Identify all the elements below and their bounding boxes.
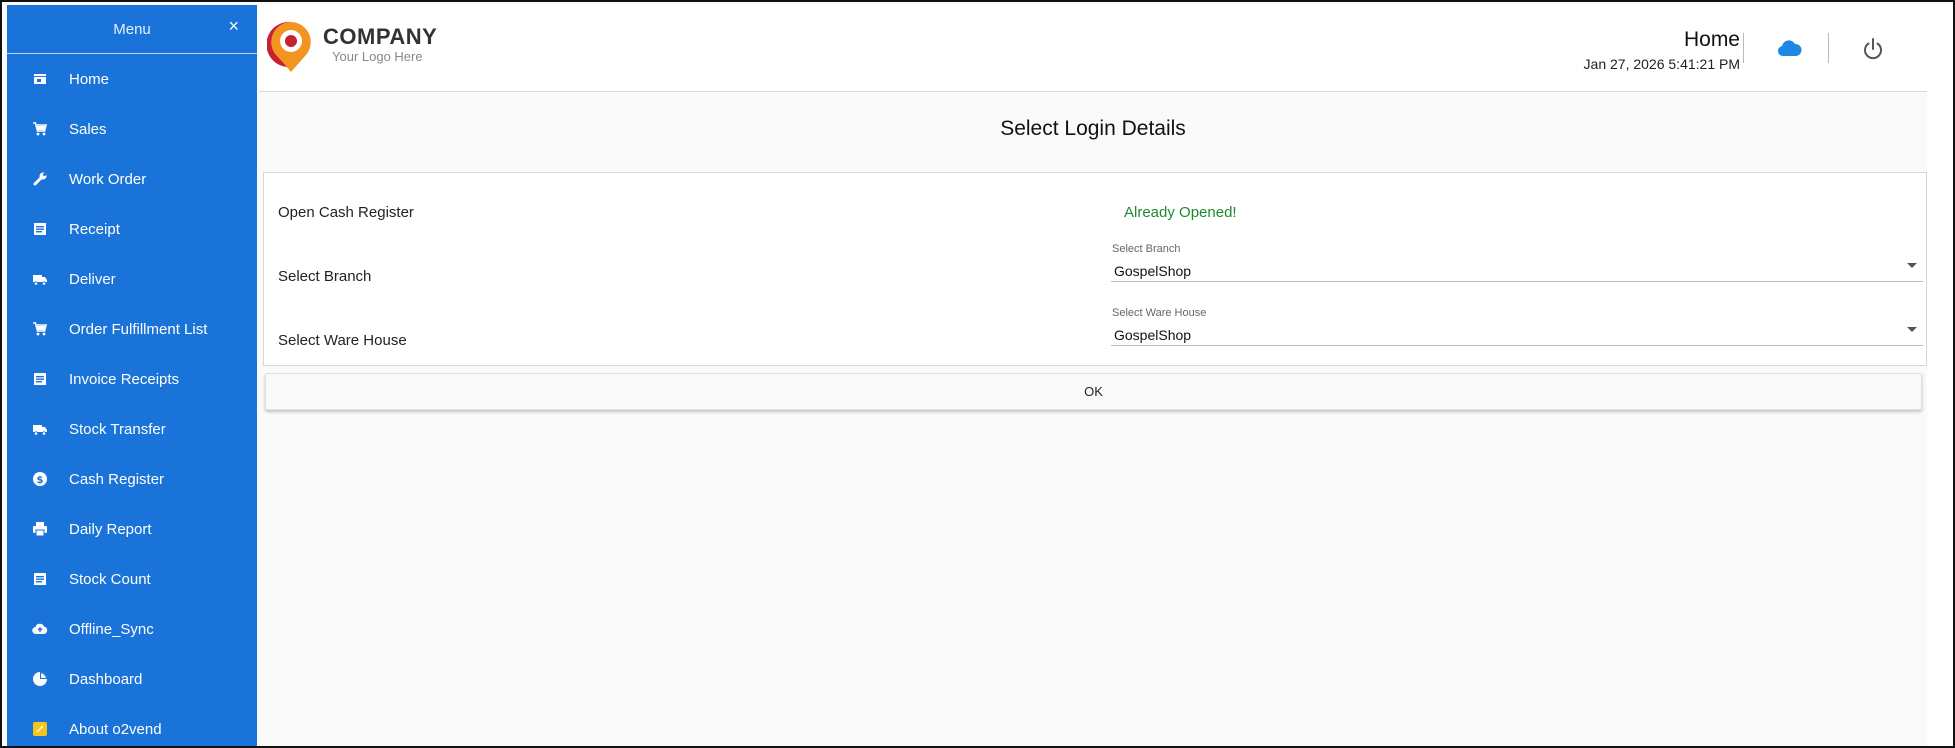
open-cash-register-label: Open Cash Register (278, 204, 414, 221)
select-branch-label: Select Branch (278, 268, 372, 285)
branch-select[interactable]: Select Branch GospelShop (1111, 243, 1923, 282)
top-header: COMPANY Your Logo Here Home Jan 27, 2026… (259, 5, 1927, 92)
chevron-down-icon[interactable] (1907, 263, 1917, 268)
sidebar-item-stock-transfer[interactable]: Stock Transfer (7, 404, 257, 454)
company-logo: COMPANY Your Logo Here (267, 20, 437, 74)
datetime-display: Jan 27, 2026 5:41:21 PM (1583, 56, 1740, 72)
sidebar-item-label: Cash Register (69, 470, 165, 488)
warehouse-value: GospelShop (1114, 327, 1192, 343)
sidebar-item-daily-report[interactable]: Daily Report (7, 504, 257, 554)
sidebar-item-label: Stock Transfer (69, 420, 166, 438)
sidebar-item-label: Order Fulfillment List (69, 320, 208, 338)
sidebar-item-about[interactable]: About o2vend (7, 704, 257, 746)
sidebar-item-label: Daily Report (69, 520, 152, 538)
sidebar-item-stock-count[interactable]: Stock Count (7, 554, 257, 604)
warehouse-field-label: Select Ware House (1112, 307, 1207, 319)
sidebar-item-label: Invoice Receipts (69, 370, 180, 388)
sidebar-item-label: Dashboard (69, 670, 143, 688)
sidebar-item-label: Stock Count (69, 570, 151, 588)
svg-text:$: $ (37, 475, 44, 486)
sidebar-item-label: Receipt (69, 220, 120, 238)
header-divider (1743, 33, 1744, 63)
logout-button[interactable] (1859, 35, 1887, 63)
sidebar-item-sales[interactable]: Sales (7, 104, 257, 154)
sidebar-item-home[interactable]: Home (7, 54, 257, 104)
chevron-down-icon[interactable] (1907, 327, 1917, 332)
printer-icon (32, 521, 48, 537)
cart-icon (32, 121, 48, 137)
branch-field-label: Select Branch (1112, 243, 1181, 255)
page-title: Home (1683, 28, 1740, 51)
logo-name: COMPANY (323, 24, 438, 49)
cash-register-status: Already Opened! (1124, 204, 1237, 221)
select-warehouse-label: Select Ware House (278, 332, 407, 349)
sidebar-item-work-order[interactable]: Work Order (7, 154, 257, 204)
store-icon (32, 71, 48, 87)
login-details-card: Open Cash Register Already Opened! Selec… (263, 172, 1927, 366)
sidebar-item-label: Sales (69, 120, 107, 138)
sidebar-item-receipt[interactable]: Receipt (7, 204, 257, 254)
app-window: Menu × Home Sales Work Order Receipt Del… (0, 0, 1955, 748)
page-info: Home Jan 27, 2026 5:41:21 PM (1584, 27, 1740, 73)
right-margin (1927, 5, 1953, 746)
sidebar-item-label: About o2vend (69, 720, 162, 738)
sidebar-item-offline-sync[interactable]: Offline_Sync (7, 604, 257, 654)
cart-icon (32, 321, 48, 337)
truck-icon (32, 271, 48, 287)
receipt-icon (32, 221, 48, 237)
logo-tagline: Your Logo Here (332, 49, 423, 64)
cloud-upload-icon (32, 621, 48, 637)
cloud-icon (1777, 40, 1802, 57)
info-note-icon (32, 721, 48, 737)
sidebar: Menu × Home Sales Work Order Receipt Del… (7, 5, 257, 746)
power-icon (1864, 38, 1882, 60)
sidebar-title: Menu (113, 20, 151, 38)
cloud-sync-button[interactable] (1775, 35, 1803, 63)
truck-icon (32, 421, 48, 437)
close-icon[interactable]: × (228, 17, 239, 35)
sidebar-header: Menu × (7, 5, 257, 54)
sidebar-item-dashboard[interactable]: Dashboard (7, 654, 257, 704)
sidebar-menu: Home Sales Work Order Receipt Deliver Or… (7, 54, 257, 746)
sidebar-item-label: Home (69, 70, 110, 88)
sidebar-item-cash-register[interactable]: $ Cash Register (7, 454, 257, 504)
wrench-icon (32, 171, 48, 187)
sidebar-item-label: Deliver (69, 270, 116, 288)
pie-chart-icon (32, 671, 48, 687)
sidebar-item-order-fulfillment-list[interactable]: Order Fulfillment List (7, 304, 257, 354)
dollar-icon: $ (32, 471, 48, 487)
page-heading: Select Login Details (1000, 117, 1186, 140)
sidebar-item-deliver[interactable]: Deliver (7, 254, 257, 304)
header-divider (1828, 33, 1829, 63)
list-icon (32, 571, 48, 587)
sidebar-item-label: Offline_Sync (69, 620, 154, 638)
branch-value: GospelShop (1114, 263, 1192, 279)
ok-button[interactable]: OK (265, 373, 1922, 410)
receipt-icon (32, 371, 48, 387)
location-pin-logo-icon (267, 21, 311, 72)
sidebar-item-invoice-receipts[interactable]: Invoice Receipts (7, 354, 257, 404)
warehouse-select[interactable]: Select Ware House GospelShop (1111, 307, 1923, 346)
sidebar-item-label: Work Order (69, 170, 147, 188)
